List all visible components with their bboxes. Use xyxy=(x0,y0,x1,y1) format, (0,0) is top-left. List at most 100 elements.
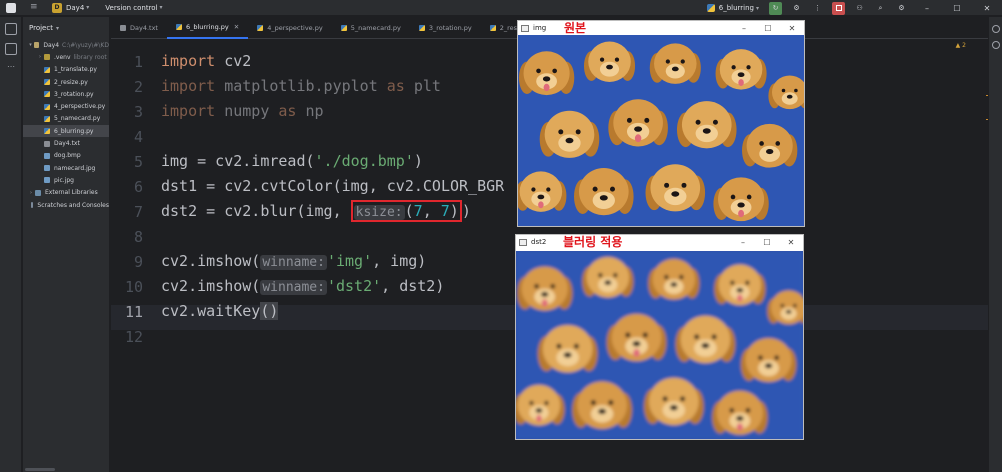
window-close-button[interactable]: ✕ xyxy=(780,24,804,33)
tree-item[interactable]: 1_translate.py xyxy=(23,64,109,76)
code-token: ) xyxy=(461,202,471,220)
editor-tab[interactable]: 6_blurring.py ✕ xyxy=(166,17,249,39)
window-minimize-button[interactable]: – xyxy=(731,238,755,247)
code-line[interactable]: import numpy as np xyxy=(161,101,324,121)
tree-item-label: 5_namecard.py xyxy=(54,115,101,123)
ide-logo-icon[interactable] xyxy=(6,2,16,13)
hamburger-menu-icon[interactable]: ≡ xyxy=(30,3,40,12)
structure-icon[interactable] xyxy=(5,43,17,55)
chevron-down-icon[interactable]: ▾ xyxy=(27,42,34,48)
editor-tab[interactable]: 3_rotation.py xyxy=(410,17,481,39)
code-line[interactable]: cv2.waitKey() xyxy=(161,301,279,321)
tree-item[interactable]: 2_resize.py xyxy=(23,76,109,88)
parameter-hint: ksize: xyxy=(353,205,405,220)
project-name[interactable]: Day4 xyxy=(66,4,84,12)
run-configuration[interactable]: 6_blurring ▾ xyxy=(706,4,759,12)
ai-assistant-icon[interactable] xyxy=(992,41,1000,49)
tree-item[interactable]: › .venv library root xyxy=(23,51,109,63)
code-token: 7 xyxy=(440,202,450,220)
tree-item[interactable]: 3_rotation.py xyxy=(23,88,109,100)
editor-tab[interactable]: 5_namecard.py xyxy=(332,17,410,39)
txt-file-icon xyxy=(120,24,126,31)
tree-item[interactable]: ▾ Day4 C:\#\yuzy\#\KD xyxy=(23,39,109,51)
project-badge[interactable]: D xyxy=(52,2,62,13)
code-token: , img) xyxy=(372,252,427,270)
tree-item[interactable]: › External Libraries xyxy=(23,187,109,199)
opencv-window-original[interactable]: img 원본 – ☐ ✕ xyxy=(517,20,805,227)
code-line[interactable]: cv2.imshow(winname:'dst2', dst2) xyxy=(161,276,444,296)
code-line[interactable]: dst1 = cv2.cvtColor(img, cv2.COLOR_BGR xyxy=(161,176,504,196)
code-token: cv2.imshow( xyxy=(161,277,261,295)
window-minimize-button[interactable]: – xyxy=(732,24,756,33)
line-number: 7 xyxy=(133,203,143,221)
tree-item[interactable]: dog.bmp xyxy=(23,150,109,162)
tree-item[interactable]: 4_perspective.py xyxy=(23,100,109,112)
chevron-right-icon[interactable]: › xyxy=(36,54,44,60)
close-tab-icon[interactable]: ✕ xyxy=(234,23,239,31)
code-token: cv2 xyxy=(215,52,252,70)
code-token: , xyxy=(422,202,441,220)
code-line[interactable]: cv2.imshow(winname:'img', img) xyxy=(161,251,426,271)
project-panel-header[interactable]: Project ▾ xyxy=(23,17,109,39)
rerun-icon[interactable]: ↻ xyxy=(769,1,782,15)
warning-indicator[interactable]: ▲ 2 xyxy=(956,42,966,49)
py-file-icon xyxy=(44,79,50,86)
window-maximize-button[interactable]: ☐ xyxy=(755,238,779,247)
chevron-down-icon[interactable]: ▾ xyxy=(86,4,89,11)
lib-file-icon xyxy=(35,189,41,196)
version-control-menu[interactable]: Version control xyxy=(105,4,157,12)
editor-tab-label: 6_blurring.py xyxy=(185,22,229,31)
tree-item-label: namecard.jpg xyxy=(54,164,96,172)
folder-file-icon xyxy=(34,42,40,49)
window-close-button[interactable]: ✕ xyxy=(972,4,1002,13)
chevron-right-icon[interactable]: › xyxy=(27,190,35,196)
code-line[interactable]: img = cv2.imread('./dog.bmp') xyxy=(161,151,423,171)
editor-tab[interactable]: Day4.txt xyxy=(111,17,167,39)
editor-tab[interactable]: 4_perspective.py xyxy=(248,17,332,39)
more-icon[interactable]: ⋮ xyxy=(811,2,824,15)
py-file-icon xyxy=(44,115,50,122)
tree-item[interactable]: namecard.jpg xyxy=(23,162,109,174)
tree-item[interactable]: Scratches and Consoles xyxy=(23,199,109,211)
code-line[interactable]: import cv2 xyxy=(161,51,251,71)
code-token: import xyxy=(161,52,216,70)
search-icon[interactable]: ⌕ xyxy=(874,2,887,15)
code-token: , dst2) xyxy=(381,277,445,295)
add-user-icon[interactable]: ⚇ xyxy=(853,2,866,15)
window-title-bar[interactable]: img 원본 – ☐ ✕ xyxy=(518,21,804,35)
img-file-icon xyxy=(44,152,50,159)
blurred-dog-image xyxy=(516,251,803,439)
line-number: 12 xyxy=(124,328,143,346)
opencv-window-blurred[interactable]: dst2 블러링 적용 – ☐ ✕ xyxy=(515,234,804,440)
window-maximize-button[interactable]: ☐ xyxy=(942,4,972,13)
stop-button[interactable] xyxy=(832,1,845,15)
notifications-icon[interactable] xyxy=(992,25,1000,33)
project-folder-icon[interactable] xyxy=(5,23,17,35)
tree-item[interactable]: Day4.txt xyxy=(23,137,109,149)
tree-item[interactable]: 5_namecard.py xyxy=(23,113,109,125)
debug-icon[interactable]: ⚙ xyxy=(790,2,803,15)
code-token: dst2 = cv2.blur(img, xyxy=(161,202,351,220)
code-line[interactable]: dst2 = cv2.blur(img, ksize: (7, 7)) xyxy=(161,200,471,222)
code-line[interactable]: import matplotlib.pyplot as plt xyxy=(161,76,441,96)
warning-count: 2 xyxy=(962,42,966,49)
chevron-down-icon[interactable]: ▾ xyxy=(160,4,163,11)
window-close-button[interactable]: ✕ xyxy=(779,238,803,247)
more-tools-icon[interactable]: ⋯ xyxy=(5,63,17,75)
code-token: () xyxy=(260,302,279,320)
horizontal-scrollbar[interactable] xyxy=(25,468,55,471)
tree-item-label: Day4.txt xyxy=(54,140,80,148)
tree-item[interactable]: pic.jpg xyxy=(23,174,109,186)
tree-item-annotation: C:\#\yuzy\#\KD xyxy=(62,41,109,49)
window-maximize-button[interactable]: ☐ xyxy=(756,24,780,33)
settings-gear-icon[interactable]: ⚙ xyxy=(895,2,908,15)
chevron-down-icon: ▾ xyxy=(755,4,759,12)
line-number: 10 xyxy=(124,278,143,296)
window-minimize-button[interactable]: – xyxy=(912,4,942,13)
line-number-gutter: 1 2 3 4 5 6 7 8 9 10 11 12 xyxy=(111,39,158,472)
title-bar: ≡ D Day4 ▾ Version control ▾ 6_blurring … xyxy=(0,0,1002,16)
venv-file-icon xyxy=(44,54,50,61)
chevron-down-icon: ▾ xyxy=(55,24,59,32)
tree-item[interactable]: 6_blurring.py xyxy=(23,125,109,138)
window-title-bar[interactable]: dst2 블러링 적용 – ☐ ✕ xyxy=(516,235,803,249)
